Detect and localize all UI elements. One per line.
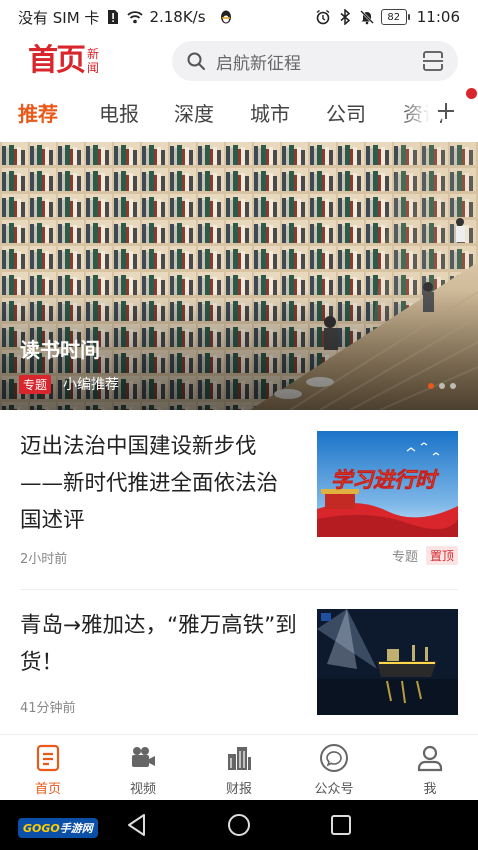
tab-recommend[interactable]: 推荐	[18, 98, 58, 127]
news-time: 41分钟前	[20, 701, 76, 716]
sim-alert-icon	[108, 10, 119, 24]
video-camera-icon	[132, 747, 155, 767]
status-bar: 没有 SIM 卡 2.18K/s 82 11:06	[0, 0, 478, 34]
bluetooth-icon	[340, 9, 350, 25]
banner-title: 读书时间	[20, 338, 100, 362]
news-item[interactable]: 青岛→雅加达，“雅万高铁”到货！ 41分钟前	[0, 590, 478, 734]
nav-me-label: 我	[423, 782, 437, 797]
qq-penguin-icon	[220, 10, 231, 24]
nav-home[interactable]: 首页	[0, 735, 96, 801]
add-channel-icon[interactable]	[436, 101, 456, 121]
nav-reports[interactable]: 财报	[191, 735, 287, 801]
tab-telegraph[interactable]: 电报	[99, 98, 139, 127]
back-icon[interactable]	[124, 812, 150, 838]
carousel-indicator	[428, 383, 456, 389]
news-thumbnail: 学习进行时	[317, 431, 458, 537]
logo-mark: 首页	[28, 43, 86, 78]
app-logo[interactable]: 首页 新 闻	[28, 44, 99, 78]
buildings-icon	[228, 747, 251, 770]
tab-company[interactable]: 公司	[326, 98, 366, 127]
network-speed: 2.18K/s	[149, 8, 206, 26]
tab-depth[interactable]: 深度	[174, 98, 214, 127]
news-title: 迈出法治中国建设新步伐——新时代推进全面依法治国述评	[20, 434, 279, 533]
tab-city[interactable]: 城市	[250, 98, 290, 127]
news-time: 2小时前	[20, 552, 68, 567]
system-navigation-bar: GOGO手游网	[0, 800, 478, 850]
notification-dot	[466, 88, 477, 99]
recents-icon[interactable]	[328, 812, 354, 838]
nav-video-label: 视频	[129, 782, 156, 797]
channel-tabs: 推荐 电报 深度 城市 公司 资讯	[0, 92, 478, 136]
alarm-icon	[316, 9, 330, 25]
nav-home-label: 首页	[34, 782, 61, 797]
carrier-label: 没有 SIM 卡	[18, 8, 100, 27]
scan-icon[interactable]	[422, 50, 444, 72]
clock: 11:06	[416, 8, 460, 26]
person-icon	[417, 745, 443, 772]
nav-reports-label: 财报	[225, 782, 252, 797]
search-placeholder: 启航新征程	[216, 53, 301, 74]
watermark-brand: GOGO	[23, 822, 60, 835]
chat-bubble-icon	[320, 744, 348, 772]
logo-sub-1: 新	[87, 47, 100, 61]
watermark-logo: GOGO手游网	[18, 818, 98, 838]
home-doc-icon	[36, 744, 60, 772]
banner-tag: 专题	[19, 374, 52, 394]
news-thumbnail	[317, 609, 458, 715]
thumbnail-caption: 学习进行时	[331, 468, 440, 492]
news-item[interactable]: 迈出法治中国建设新步伐——新时代推进全面依法治国述评 2小时前 专题 置顶 学习…	[0, 410, 478, 590]
logo-sub-2: 闻	[87, 61, 100, 75]
featured-banner[interactable]: 读书时间 专题 小编推荐	[0, 142, 478, 410]
search-input[interactable]: 启航新征程	[172, 41, 458, 81]
banner-author: 小编推荐	[63, 377, 120, 393]
nav-official-accounts[interactable]: 公众号	[286, 735, 382, 801]
watermark-suffix: 手游网	[59, 822, 93, 835]
battery-indicator: 82	[380, 9, 410, 25]
wifi-icon	[127, 11, 144, 24]
bottom-navigation: 首页 视频 财报 公众号 我	[0, 734, 478, 800]
app-screen: 没有 SIM 卡 2.18K/s 82 11:06 首页 新 闻 启航新征程 推…	[0, 0, 478, 850]
pinned-badge: 置顶	[425, 546, 458, 565]
mute-bell-icon	[359, 10, 374, 25]
topic-tag: 专题	[391, 550, 418, 565]
search-icon	[187, 52, 205, 70]
home-icon[interactable]	[226, 812, 252, 838]
nav-me[interactable]: 我	[382, 735, 478, 801]
nav-video[interactable]: 视频	[95, 735, 191, 801]
nav-official-accounts-label: 公众号	[314, 782, 354, 797]
app-header: 首页 新 闻 启航新征程	[0, 38, 478, 86]
news-title: 青岛→雅加达，“雅万高铁”到货！	[20, 613, 297, 675]
